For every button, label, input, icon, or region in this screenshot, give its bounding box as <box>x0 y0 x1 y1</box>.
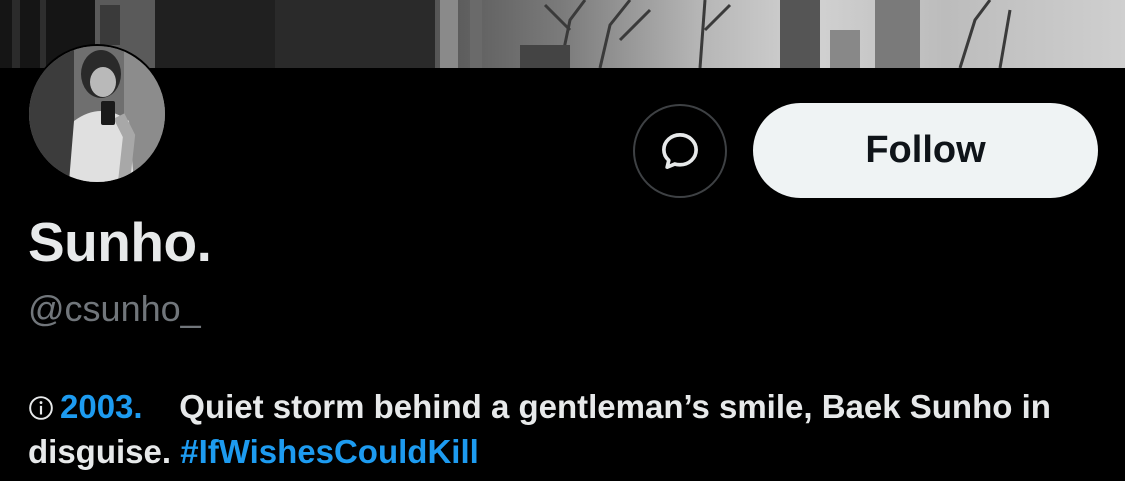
follow-button[interactable]: Follow <box>753 103 1098 198</box>
chat-bubble-icon <box>662 133 698 169</box>
banner-image <box>0 0 1012 68</box>
profile-banner[interactable] <box>0 0 1125 68</box>
avatar-image <box>29 46 165 182</box>
avatar[interactable] <box>27 44 167 184</box>
message-button[interactable] <box>633 104 727 198</box>
user-handle: @csunho_ <box>28 288 201 329</box>
bio-year-link[interactable]: 2003. <box>60 388 143 425</box>
bio-hashtag-link[interactable]: #IfWishesCouldKill <box>180 433 479 470</box>
profile-bio: 2003. Quiet storm behind a gentleman’s s… <box>28 384 1108 474</box>
follow-button-label: Follow <box>865 129 986 171</box>
info-icon <box>29 396 53 420</box>
display-name: Sunho. <box>28 211 212 273</box>
